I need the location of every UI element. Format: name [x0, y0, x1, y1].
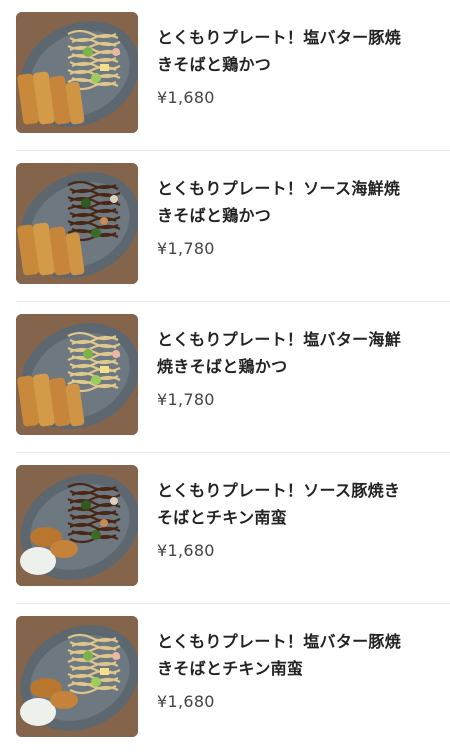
menu-item-price: ¥1,680: [157, 692, 215, 711]
menu-item-price: ¥1,780: [157, 239, 215, 258]
menu-item-name[interactable]: とくもりプレート！ソース豚焼きそばとチキン南蛮: [157, 477, 407, 531]
food-illustration: [16, 616, 138, 737]
menu-item-name[interactable]: とくもりプレート！ソース海鮮焼きそばと鶏かつ: [157, 175, 407, 229]
menu-item-info: とくもりプレート！塩バター豚焼きそばとチキン南蛮 ¥1,680: [157, 628, 407, 713]
menu-item[interactable]: とくもりプレート！塩バター海鮮焼きそばと鶏かつ ¥1,780: [16, 302, 450, 453]
food-illustration: [16, 163, 138, 284]
menu-item-price: ¥1,680: [157, 88, 215, 107]
menu-item-name[interactable]: とくもりプレート！塩バター豚焼きそばとチキン南蛮: [157, 628, 407, 682]
menu-list: とくもりプレート！塩バター豚焼きそばと鶏かつ ¥1,680 とくもりプレート！ソ…: [0, 0, 450, 755]
food-illustration: [16, 12, 138, 133]
menu-item[interactable]: とくもりプレート！塩バター豚焼きそばとチキン南蛮 ¥1,680: [16, 604, 450, 755]
menu-item[interactable]: とくもりプレート！ソース豚焼きそばとチキン南蛮 ¥1,680: [16, 453, 450, 604]
menu-item-info: とくもりプレート！ソース豚焼きそばとチキン南蛮 ¥1,680: [157, 477, 407, 562]
menu-item-name[interactable]: とくもりプレート！塩バター海鮮焼きそばと鶏かつ: [157, 326, 407, 380]
menu-item-price: ¥1,680: [157, 541, 215, 560]
food-photo[interactable]: [16, 12, 138, 133]
food-photo[interactable]: [16, 163, 138, 284]
food-illustration: [16, 314, 138, 435]
menu-item-price: ¥1,780: [157, 390, 215, 409]
menu-item-name[interactable]: とくもりプレート！塩バター豚焼きそばと鶏かつ: [157, 24, 407, 78]
menu-item-info: とくもりプレート！塩バター海鮮焼きそばと鶏かつ ¥1,780: [157, 326, 407, 411]
menu-item-info: とくもりプレート！ソース海鮮焼きそばと鶏かつ ¥1,780: [157, 175, 407, 260]
food-photo[interactable]: [16, 616, 138, 737]
food-photo[interactable]: [16, 314, 138, 435]
menu-item[interactable]: とくもりプレート！ソース海鮮焼きそばと鶏かつ ¥1,780: [16, 151, 450, 302]
menu-item-info: とくもりプレート！塩バター豚焼きそばと鶏かつ ¥1,680: [157, 24, 407, 109]
food-illustration: [16, 465, 138, 586]
menu-item[interactable]: とくもりプレート！塩バター豚焼きそばと鶏かつ ¥1,680: [16, 0, 450, 151]
food-photo[interactable]: [16, 465, 138, 586]
